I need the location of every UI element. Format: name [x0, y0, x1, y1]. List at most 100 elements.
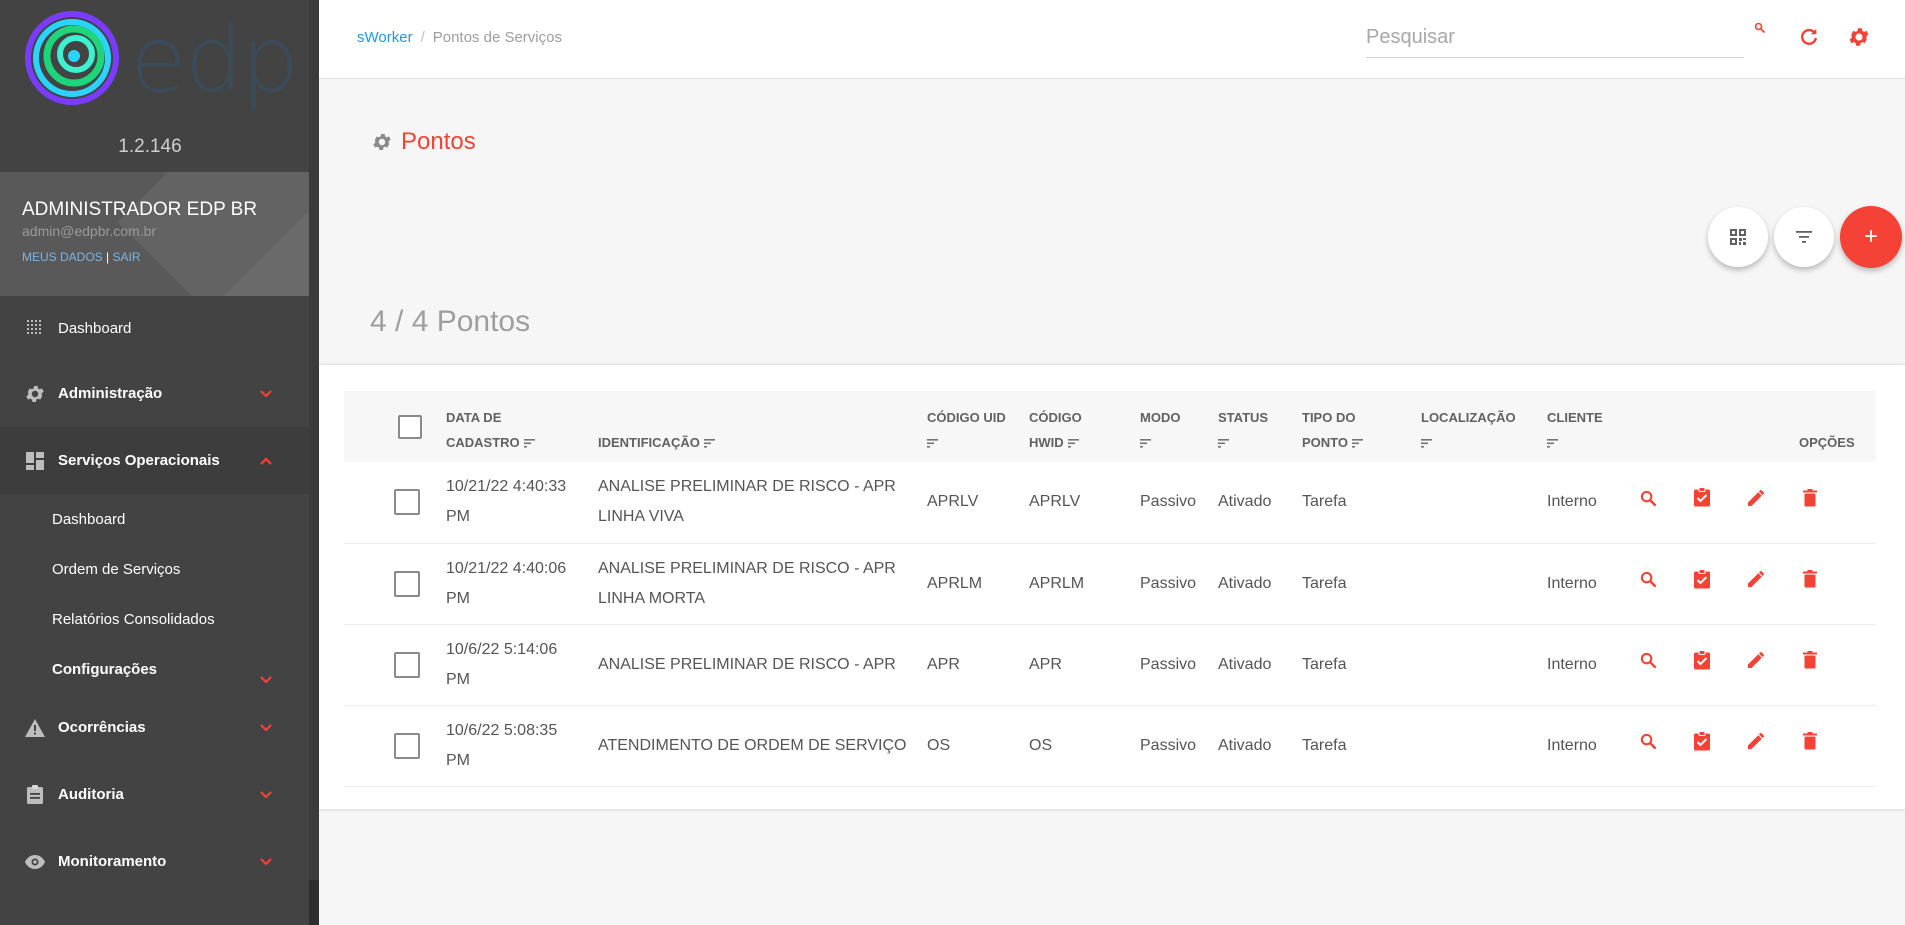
edit-button[interactable] — [1745, 568, 1767, 590]
table-header-row: DATA DE CADASTRO IDENTIFICAÇÃO CÓDIGO UID… — [344, 391, 1876, 462]
assign-button[interactable] — [1691, 486, 1713, 508]
points-table: DATA DE CADASTRO IDENTIFICAÇÃO CÓDIGO UID… — [344, 391, 1876, 787]
my-data-link[interactable]: MEUS DADOS — [22, 250, 103, 264]
search-icon — [1640, 490, 1656, 506]
trash-icon — [1803, 732, 1817, 750]
warning-icon — [24, 717, 46, 739]
chevron-up-icon — [260, 456, 272, 465]
gear-icon — [24, 383, 46, 405]
view-button[interactable] — [1637, 730, 1659, 752]
cell-type: Tarefa — [1302, 736, 1347, 754]
cell-type: Tarefa — [1302, 493, 1347, 511]
sidebar-item-monitoramento[interactable]: Monitoramento — [0, 828, 319, 895]
delete-button[interactable] — [1799, 487, 1821, 509]
edit-button[interactable] — [1745, 730, 1767, 752]
breadcrumb-current: Pontos de Serviços — [432, 29, 562, 46]
trash-icon — [1803, 651, 1817, 669]
breadcrumb: sWorker / Pontos de Serviços — [357, 29, 562, 46]
gear-icon — [371, 131, 393, 153]
sidebar-item-servicos-operacionais[interactable]: Serviços Operacionais — [0, 427, 319, 494]
sidebar-scrollbar[interactable] — [309, 0, 319, 925]
edit-button[interactable] — [1745, 487, 1767, 509]
assignment-check-icon — [1694, 730, 1710, 750]
pencil-icon — [1748, 733, 1764, 749]
cell-status: Ativado — [1218, 493, 1272, 511]
select-all-checkbox[interactable] — [398, 414, 422, 439]
brand-text: edp — [130, 6, 299, 113]
sort-icon — [1421, 439, 1432, 448]
table-row: 10/6/22 5:14:06 PM ANALISE PRELIMINAR DE … — [344, 624, 1876, 705]
col-codigo-uid[interactable]: CÓDIGO UID — [927, 391, 1029, 462]
logout-link[interactable]: SAIR — [113, 250, 141, 264]
chevron-down-icon — [260, 723, 272, 732]
cell-hwid: APRLM — [1029, 574, 1085, 592]
col-modo[interactable]: MODO — [1140, 391, 1218, 462]
delete-button[interactable] — [1799, 730, 1821, 752]
cell-client: Interno — [1547, 736, 1597, 754]
sidebar-subitem-configuracoes[interactable]: Configurações — [0, 644, 319, 694]
chevron-down-icon — [260, 389, 272, 398]
row-checkbox[interactable] — [394, 570, 420, 597]
cell-location — [1421, 624, 1547, 705]
assign-button[interactable] — [1691, 568, 1713, 590]
sidebar-item-label: Monitoramento — [58, 853, 167, 870]
sidebar-item-label: Auditoria — [58, 786, 124, 803]
assign-button[interactable] — [1691, 649, 1713, 671]
cell-client: Interno — [1547, 493, 1597, 511]
qr-code-icon — [1730, 229, 1746, 245]
col-cliente[interactable]: CLIENTE — [1547, 391, 1637, 462]
breadcrumb-home-link[interactable]: sWorker — [357, 29, 413, 46]
sidebar-item-administracao[interactable]: Administração — [0, 360, 319, 427]
search-input[interactable] — [1366, 18, 1744, 58]
assignment-check-icon — [1694, 487, 1710, 507]
sidebar-subitem-ordem-servicos[interactable]: Ordem de Serviços — [0, 544, 319, 594]
delete-button[interactable] — [1799, 649, 1821, 671]
sort-icon — [1218, 439, 1229, 448]
sidebar-item-label: Dashboard — [58, 319, 132, 337]
dashboard-icon — [24, 450, 46, 472]
cell-location — [1421, 462, 1547, 543]
settings-button[interactable] — [1846, 24, 1872, 50]
page-title-text: Pontos — [401, 128, 476, 155]
qr-code-button[interactable] — [1708, 207, 1768, 267]
cell-mode: Passivo — [1140, 493, 1197, 511]
col-status[interactable]: STATUS — [1218, 391, 1302, 462]
row-checkbox[interactable] — [394, 651, 420, 678]
col-date[interactable]: DATA DE CADASTRO — [446, 391, 598, 462]
cell-identificacao: ANALISE PRELIMINAR DE RISCO - APR — [598, 655, 896, 673]
assign-button[interactable] — [1691, 730, 1713, 752]
col-localizacao[interactable]: LOCALIZAÇÃO — [1421, 391, 1547, 462]
view-button[interactable] — [1637, 649, 1659, 671]
col-codigo-hwid[interactable]: CÓDIGO HWID — [1029, 391, 1140, 462]
sidebar-item-label: Serviços Operacionais — [58, 452, 220, 469]
topbar: sWorker / Pontos de Serviços — [319, 0, 1905, 79]
refresh-button[interactable] — [1796, 24, 1822, 50]
search-icon — [1640, 652, 1656, 669]
cell-status: Ativado — [1218, 655, 1272, 673]
chevron-down-icon — [260, 676, 272, 684]
sort-icon — [1140, 439, 1151, 448]
cell-mode: Passivo — [1140, 655, 1197, 673]
view-button[interactable] — [1637, 568, 1659, 590]
filter-button[interactable] — [1774, 207, 1834, 267]
view-button[interactable] — [1637, 487, 1659, 509]
cell-mode: Passivo — [1140, 574, 1197, 592]
eye-icon — [24, 851, 46, 873]
table-row: 10/21/22 4:40:06 PM ANALISE PRELIMINAR DE… — [344, 543, 1876, 624]
sidebar-subitem-dashboard[interactable]: Dashboard — [0, 494, 319, 544]
edit-button[interactable] — [1745, 649, 1767, 671]
col-tipo-ponto[interactable]: TIPO DO PONTO — [1302, 391, 1421, 462]
search-icon — [1640, 571, 1656, 588]
sidebar-subitem-relatorios[interactable]: Relatórios Consolidados — [0, 594, 319, 644]
sidebar-item-auditoria[interactable]: Auditoria — [0, 761, 319, 828]
sidebar-item-ocorrencias[interactable]: Ocorrências — [0, 694, 319, 761]
delete-button[interactable] — [1799, 568, 1821, 590]
search-icon[interactable] — [1754, 22, 1766, 34]
col-identificacao[interactable]: IDENTIFICAÇÃO — [598, 391, 927, 462]
gear-icon — [1849, 28, 1869, 46]
cell-status: Ativado — [1218, 736, 1272, 754]
row-checkbox[interactable] — [394, 489, 420, 516]
sidebar-item-dashboard[interactable]: Dashboard — [0, 296, 319, 360]
add-button[interactable]: + — [1840, 206, 1902, 268]
row-checkbox[interactable] — [394, 732, 420, 759]
